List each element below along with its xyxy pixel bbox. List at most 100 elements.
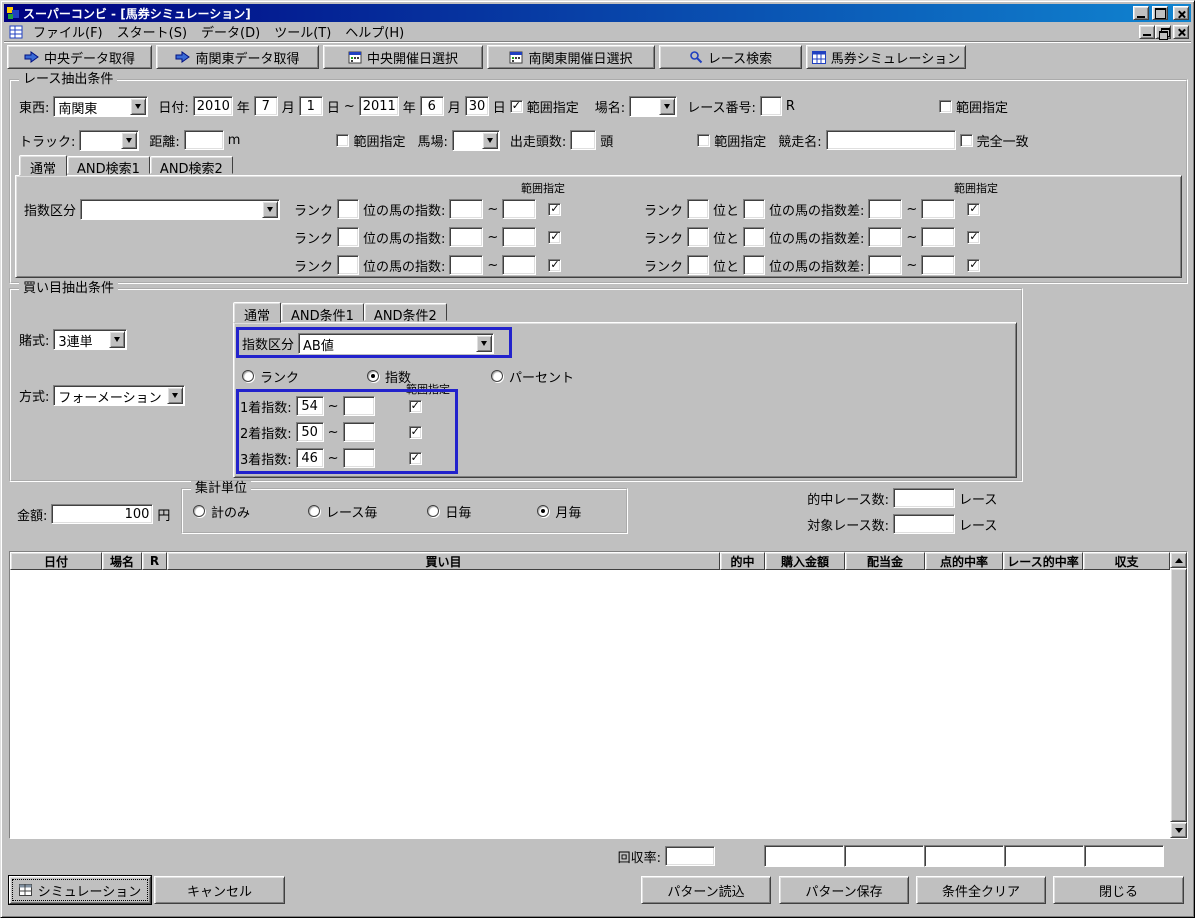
- menu-start[interactable]: スタート(S): [110, 20, 194, 43]
- date-from-month-input[interactable]: [253, 96, 278, 116]
- radio-per-month[interactable]: [537, 505, 550, 517]
- diff-range-checkbox[interactable]: [967, 258, 981, 272]
- col-date[interactable]: 日付: [10, 552, 102, 570]
- chevron-down-icon[interactable]: [130, 97, 147, 115]
- diff-range-checkbox[interactable]: [967, 230, 981, 244]
- rank-index-range-checkbox[interactable]: [548, 258, 562, 272]
- mdi-close-button[interactable]: [1173, 24, 1189, 39]
- rank-index-from-input[interactable]: [449, 199, 484, 219]
- baba-combo[interactable]: [451, 129, 500, 151]
- rank-index-range-checkbox[interactable]: [548, 202, 562, 216]
- menu-help[interactable]: ヘルプ(H): [338, 20, 411, 43]
- runners-range-checkbox[interactable]: [697, 133, 711, 147]
- rank-index-to-input[interactable]: [502, 255, 537, 275]
- rank-index-to-input[interactable]: [502, 227, 537, 247]
- date-from-day-input[interactable]: [298, 96, 323, 116]
- bet-index-class-combo[interactable]: AB値: [298, 332, 495, 354]
- radio-per-race[interactable]: [308, 505, 321, 517]
- race-name-input[interactable]: [825, 130, 956, 150]
- finish2-from-input[interactable]: [295, 422, 324, 442]
- diff-rank2-input[interactable]: [743, 255, 766, 275]
- mdi-minimize-button[interactable]: [1139, 24, 1155, 39]
- radio-percent[interactable]: [491, 370, 504, 382]
- rank-index-range-checkbox[interactable]: [548, 230, 562, 244]
- chevron-down-icon[interactable]: [109, 330, 126, 348]
- col-point-hit-rate[interactable]: 点的中率: [925, 552, 1003, 570]
- chevron-down-icon[interactable]: [481, 131, 498, 149]
- bet-tab-and2[interactable]: AND条件2: [363, 303, 447, 324]
- rank-input[interactable]: [337, 227, 360, 247]
- distance-range-checkbox[interactable]: [336, 133, 350, 147]
- toolbar-central-data-button[interactable]: 中央データ取得: [7, 45, 152, 69]
- race-number-input[interactable]: [759, 96, 782, 116]
- race-tab-and1[interactable]: AND検索1: [67, 156, 150, 177]
- col-hit[interactable]: 的中: [720, 552, 765, 570]
- date-range-checkbox[interactable]: [509, 99, 523, 113]
- cancel-button[interactable]: キャンセル: [154, 876, 285, 904]
- mdi-restore-button[interactable]: [1155, 24, 1171, 40]
- bet-type-combo[interactable]: 3連単: [53, 328, 128, 350]
- race-tab-and2[interactable]: AND検索2: [149, 156, 233, 177]
- rank-index-from-input[interactable]: [449, 227, 484, 247]
- close-button[interactable]: [1173, 6, 1189, 20]
- toolbar-minamikanto-dates-button[interactable]: 南関東開催日選択: [487, 45, 655, 69]
- toolbar-race-search-button[interactable]: レース検索: [659, 45, 802, 69]
- mdi-document-icon[interactable]: [9, 25, 23, 39]
- diff-from-input[interactable]: [868, 227, 903, 247]
- amount-input[interactable]: [51, 504, 154, 524]
- race-index-class-combo[interactable]: [80, 198, 281, 220]
- date-to-year-input[interactable]: [358, 96, 399, 116]
- col-purchase[interactable]: 購入金額: [765, 552, 845, 570]
- radio-per-day[interactable]: [427, 505, 440, 517]
- rank-index-to-input[interactable]: [502, 199, 537, 219]
- date-from-year-input[interactable]: [192, 96, 233, 116]
- diff-from-input[interactable]: [868, 199, 903, 219]
- radio-index[interactable]: [367, 370, 380, 382]
- exact-match-checkbox[interactable]: [959, 133, 973, 147]
- col-bet[interactable]: 買い目: [167, 552, 720, 570]
- toolbar-simulation-button[interactable]: 馬券シミュレーション: [806, 45, 966, 69]
- menu-data[interactable]: データ(D): [194, 20, 267, 43]
- diff-rank2-input[interactable]: [743, 227, 766, 247]
- bet-tab-and1[interactable]: AND条件1: [281, 303, 364, 324]
- menu-tools[interactable]: ツール(T): [267, 20, 338, 43]
- finish1-to-input[interactable]: [342, 396, 375, 416]
- chevron-down-icon[interactable]: [659, 97, 676, 115]
- rank-input[interactable]: [337, 255, 360, 275]
- col-place[interactable]: 場名: [102, 552, 142, 570]
- diff-to-input[interactable]: [921, 199, 956, 219]
- track-combo[interactable]: [79, 129, 140, 151]
- chevron-down-icon[interactable]: [262, 200, 279, 218]
- rank-index-from-input[interactable]: [449, 255, 484, 275]
- finish3-to-input[interactable]: [342, 448, 375, 468]
- clear-all-conditions-button[interactable]: 条件全クリア: [916, 876, 1046, 904]
- diff-rank2-input[interactable]: [743, 199, 766, 219]
- close-window-button[interactable]: 閉じる: [1053, 876, 1184, 904]
- finish3-from-input[interactable]: [295, 448, 324, 468]
- col-race-hit-rate[interactable]: レース的中率: [1003, 552, 1083, 570]
- diff-rank1-input[interactable]: [687, 227, 710, 247]
- finish1-from-input[interactable]: [295, 396, 324, 416]
- east-west-combo[interactable]: 南関東: [53, 95, 149, 117]
- finish1-range-checkbox[interactable]: [408, 399, 422, 413]
- chevron-down-icon[interactable]: [476, 334, 493, 352]
- col-payout[interactable]: 配当金: [845, 552, 925, 570]
- finish2-to-input[interactable]: [342, 422, 375, 442]
- chevron-down-icon[interactable]: [167, 386, 184, 404]
- runners-input[interactable]: [570, 130, 597, 150]
- menu-file[interactable]: ファイル(F): [26, 20, 110, 43]
- finish2-range-checkbox[interactable]: [408, 425, 422, 439]
- scroll-down-button[interactable]: [1170, 822, 1187, 838]
- rank-input[interactable]: [337, 199, 360, 219]
- toolbar-central-dates-button[interactable]: 中央開催日選択: [323, 45, 483, 69]
- diff-to-input[interactable]: [921, 255, 956, 275]
- place-combo[interactable]: [629, 95, 678, 117]
- vertical-scrollbar[interactable]: [1170, 552, 1187, 838]
- scrollbar-thumb[interactable]: [1170, 568, 1187, 822]
- recovery-rate-input[interactable]: [665, 846, 715, 866]
- diff-from-input[interactable]: [868, 255, 903, 275]
- diff-range-checkbox[interactable]: [967, 202, 981, 216]
- maximize-button[interactable]: [1152, 6, 1168, 20]
- bet-tab-normal[interactable]: 通常: [233, 302, 282, 324]
- date-to-month-input[interactable]: [419, 96, 444, 116]
